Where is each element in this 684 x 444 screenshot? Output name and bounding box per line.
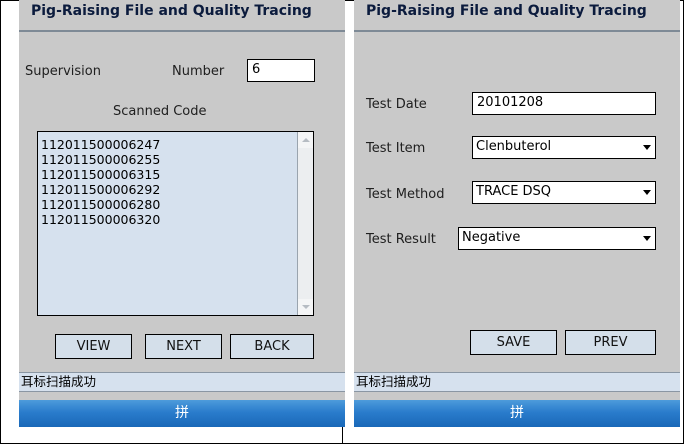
test-item-label: Test Item bbox=[366, 141, 426, 156]
test-result-value: Negative bbox=[462, 230, 521, 245]
number-label: Number bbox=[172, 64, 225, 79]
scanned-code-rows: 112011500006247 112011500006255 11201150… bbox=[41, 137, 160, 227]
scroll-up-icon bbox=[302, 138, 310, 142]
chevron-down-icon[interactable] bbox=[643, 190, 651, 195]
scanned-code-list[interactable]: 112011500006247 112011500006255 11201150… bbox=[37, 131, 314, 316]
list-item[interactable]: 112011500006255 bbox=[41, 152, 160, 167]
test-item-value: Clenbuterol bbox=[476, 139, 552, 154]
test-method-value: TRACE DSQ bbox=[476, 184, 552, 199]
list-item[interactable]: 112011500006247 bbox=[41, 137, 160, 152]
back-button[interactable]: BACK bbox=[230, 334, 314, 359]
prev-button[interactable]: PREV bbox=[565, 330, 656, 355]
scroll-up-button[interactable] bbox=[298, 132, 313, 148]
left-title-divider bbox=[19, 30, 345, 32]
chevron-down-icon[interactable] bbox=[643, 236, 651, 241]
test-method-label: Test Method bbox=[366, 187, 445, 202]
scanned-code-label: Scanned Code bbox=[113, 104, 207, 119]
test-method-select[interactable]: TRACE DSQ bbox=[472, 181, 656, 204]
test-date-field[interactable]: 20101208 bbox=[472, 92, 656, 115]
next-button[interactable]: NEXT bbox=[145, 334, 222, 359]
list-item[interactable]: 112011500006320 bbox=[41, 212, 160, 227]
number-field[interactable]: 6 bbox=[247, 59, 315, 82]
view-button[interactable]: VIEW bbox=[55, 334, 132, 359]
right-app-title: Pig-Raising File and Quality Tracing bbox=[354, 0, 680, 30]
test-result-label: Test Result bbox=[366, 232, 436, 247]
input-panel-bar[interactable]: 拼 bbox=[19, 400, 345, 427]
scroll-down-icon bbox=[302, 305, 310, 309]
list-item[interactable]: 112011500006315 bbox=[41, 167, 160, 182]
scroll-down-button[interactable] bbox=[298, 299, 313, 315]
left-app-screen: Pig-Raising File and Quality Tracing Sup… bbox=[19, 0, 345, 427]
save-button[interactable]: SAVE bbox=[470, 330, 557, 355]
status-bar: 耳标扫描成功 bbox=[19, 372, 345, 392]
chevron-down-icon[interactable] bbox=[643, 145, 651, 150]
test-item-select[interactable]: Clenbuterol bbox=[472, 136, 656, 159]
list-scrollbar[interactable] bbox=[297, 132, 313, 315]
status-bar: 耳标扫描成功 bbox=[354, 372, 680, 392]
right-app-screen: Pig-Raising File and Quality Tracing Tes… bbox=[354, 0, 680, 427]
input-panel-bar[interactable]: 拼 bbox=[354, 400, 680, 427]
test-result-select[interactable]: Negative bbox=[458, 227, 656, 250]
test-date-label: Test Date bbox=[366, 97, 427, 112]
list-item[interactable]: 112011500006292 bbox=[41, 182, 160, 197]
list-item[interactable]: 112011500006280 bbox=[41, 197, 160, 212]
supervision-label: Supervision bbox=[25, 64, 101, 79]
right-title-divider bbox=[354, 30, 680, 32]
left-app-title: Pig-Raising File and Quality Tracing bbox=[19, 0, 345, 30]
